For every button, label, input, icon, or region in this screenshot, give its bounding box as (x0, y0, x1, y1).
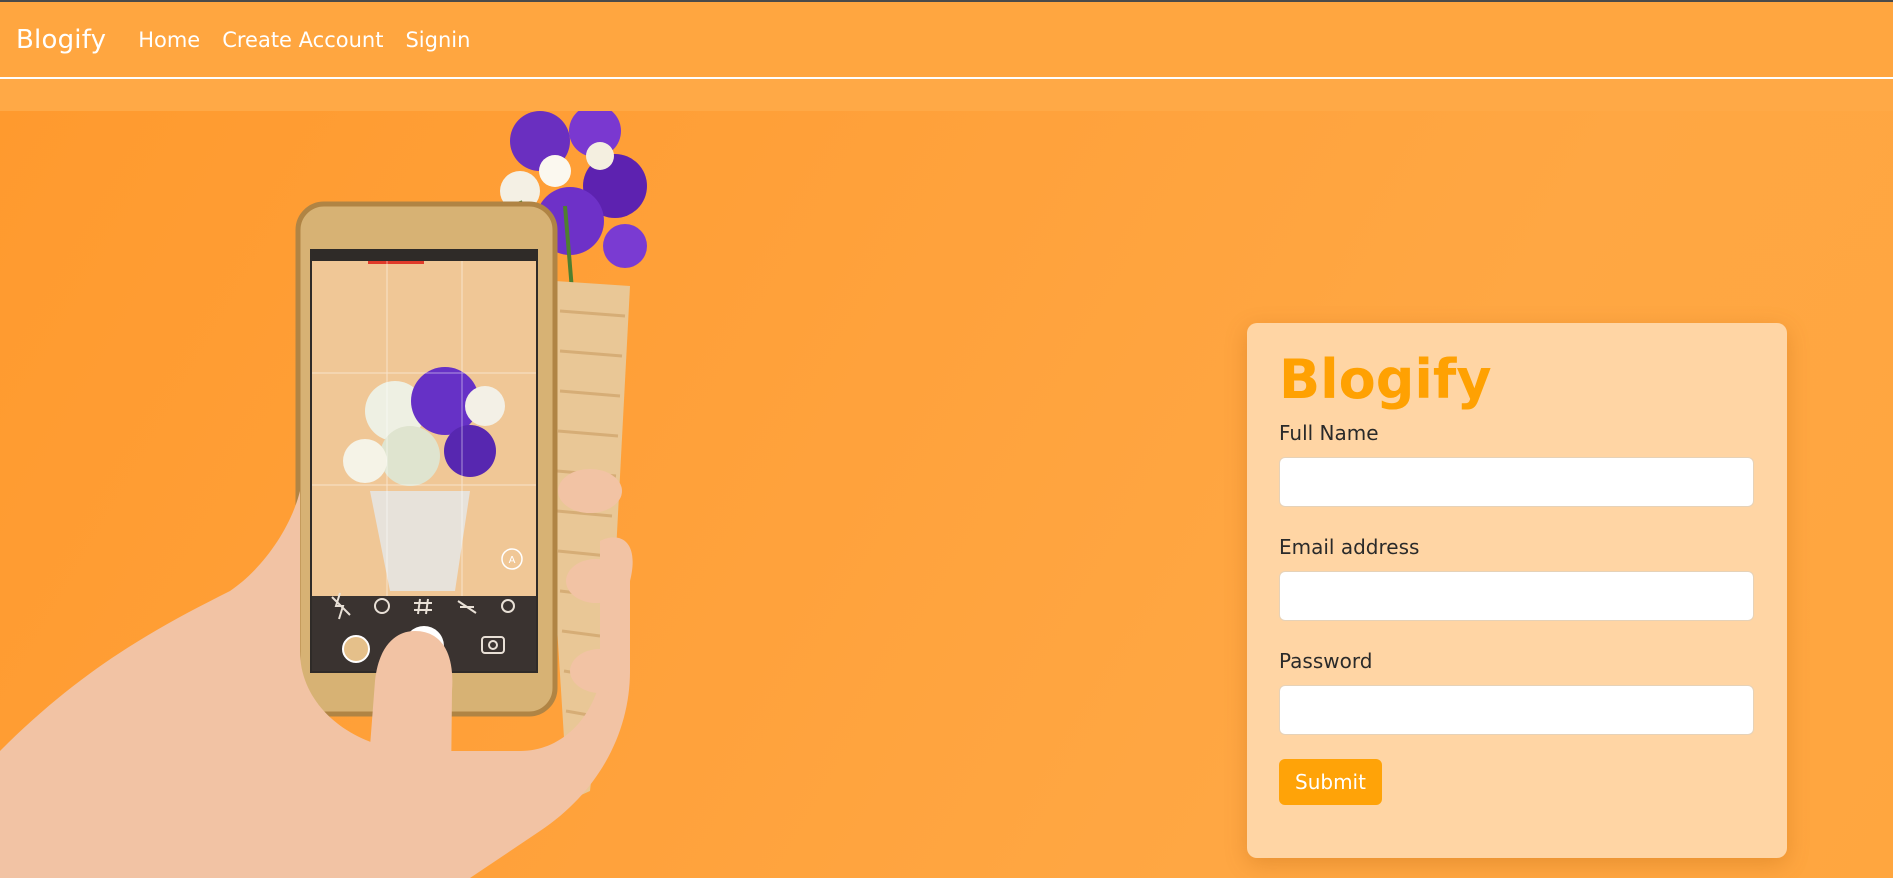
password-label: Password (1279, 649, 1373, 673)
hero-section: A Blogify Full Name Email address Passwo… (0, 79, 1893, 878)
email-label: Email address (1279, 535, 1420, 559)
email-input[interactable] (1279, 571, 1754, 621)
submit-button[interactable]: Submit (1279, 759, 1382, 805)
full-name-label: Full Name (1279, 421, 1379, 445)
svg-text:A: A (509, 555, 516, 566)
brand-link[interactable]: Blogify (16, 25, 106, 55)
nav-link-create-account[interactable]: Create Account (222, 28, 383, 52)
navbar: Blogify Home Create Account Signin (0, 0, 1893, 79)
nav-link-home[interactable]: Home (138, 28, 200, 52)
password-input[interactable] (1279, 685, 1754, 735)
page: Blogify Home Create Account Signin A Blo… (0, 0, 1893, 878)
hero-image: A (0, 111, 647, 878)
signup-form-card: Blogify Full Name Email address Password… (1247, 323, 1787, 858)
full-name-input[interactable] (1279, 457, 1754, 507)
gallery-thumbnail-icon (342, 635, 370, 663)
nav-link-signin[interactable]: Signin (405, 28, 470, 52)
hero-top-strip (0, 79, 1893, 111)
form-title: Blogify (1279, 348, 1492, 411)
